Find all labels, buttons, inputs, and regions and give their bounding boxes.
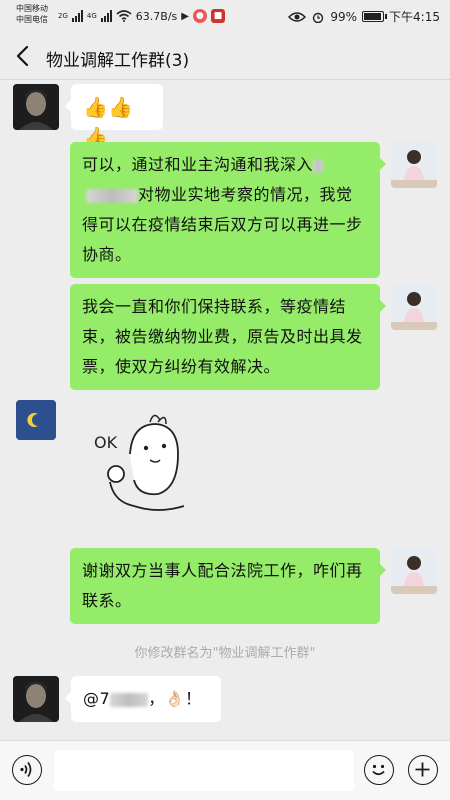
message-bubble-3[interactable]: 我会一直和你们保持联系，等疫情结束，被告缴纳物业费，原告及时出具发票，使双方纠纷…	[70, 284, 386, 390]
man-avatar-picture	[13, 676, 59, 722]
ok-sticker-drawing: OK	[94, 414, 185, 511]
network-speed: 63.7B/s	[135, 9, 178, 23]
sticker-ok-text: OK	[94, 433, 118, 452]
carrier-1: 中国移动	[16, 4, 48, 13]
ok-sticker[interactable]: OK	[80, 410, 200, 520]
play-icon: ▶	[181, 10, 189, 22]
message-bubble-6[interactable]: @7 ，👌🏻！	[65, 676, 221, 722]
girl-avatar-picture	[391, 284, 437, 330]
signal-icon-2	[100, 10, 112, 22]
redacted-text	[86, 188, 138, 203]
moon-icon	[16, 400, 56, 440]
redacted-text	[110, 692, 149, 707]
clock: 下午4:15	[389, 10, 440, 24]
voice-button[interactable]	[12, 755, 42, 785]
voice-icon	[20, 762, 32, 777]
carrier-info: 中国移动 中国电信	[16, 3, 48, 25]
status-bar: 中国移动 中国电信 2G 4G 63.7B/s ▶ ● ■ 99% 下午4:15	[0, 0, 450, 34]
message-6-text-a: @7	[83, 689, 111, 708]
battery-percent: 99%	[330, 9, 358, 24]
chat-header: 物业调解工作群(3)	[0, 34, 450, 80]
network-indicators: 2G 4G 63.7B/s ▶ ● ■	[58, 9, 225, 23]
more-button[interactable]	[408, 755, 438, 785]
emoji-button[interactable]	[364, 755, 394, 785]
chat-title: 物业调解工作群(3)	[46, 51, 190, 71]
message-input[interactable]	[54, 750, 354, 791]
smiley-icon	[372, 764, 385, 776]
back-arrow-icon[interactable]	[12, 44, 36, 68]
app-icon-2: ■	[210, 9, 225, 23]
status-right: 99% 下午4:15	[288, 8, 440, 25]
network-type-2: 4G	[86, 12, 97, 20]
man-avatar[interactable]	[13, 84, 59, 130]
eye-icon	[288, 11, 307, 22]
girl-avatar-picture	[391, 142, 437, 188]
signal-icon	[71, 10, 83, 22]
alarm-icon	[313, 12, 324, 23]
girl-avatar[interactable]	[391, 548, 437, 594]
message-2-text-a: 可以，通过和业主沟通和我深入	[82, 155, 314, 174]
battery-icon	[362, 11, 388, 22]
message-list[interactable]: 👍👍👍 可以，通过和业主沟通和我深入对物业实地考察的情况，我觉得可以在疫情结束后…	[0, 80, 450, 740]
wifi-icon	[116, 10, 132, 22]
man-avatar[interactable]	[13, 676, 59, 722]
redacted-text	[313, 158, 324, 173]
system-note: 你修改群名为"物业调解工作群"	[134, 646, 316, 661]
girl-avatar[interactable]	[391, 284, 437, 330]
plus-icon	[415, 762, 430, 777]
man-avatar-picture	[13, 84, 59, 130]
app-icon-1: ●	[192, 9, 207, 23]
message-bubble-2[interactable]: 可以，通过和业主沟通和我深入对物业实地考察的情况，我觉得可以在疫情结束后双方可以…	[70, 142, 386, 278]
girl-avatar[interactable]	[391, 142, 437, 188]
message-bubble-5[interactable]: 谢谢双方当事人配合法院工作，咋们再联系。	[70, 548, 386, 624]
battery-fill	[364, 13, 381, 20]
network-type-1: 2G	[58, 12, 68, 20]
message-6-text-b: ，👌🏻！	[148, 689, 202, 708]
message-bubble-1[interactable]: 👍👍👍	[65, 84, 163, 149]
blue-avatar[interactable]	[16, 400, 56, 440]
girl-avatar-picture	[391, 548, 437, 594]
carrier-2: 中国电信	[16, 15, 48, 24]
input-bar	[0, 740, 450, 800]
